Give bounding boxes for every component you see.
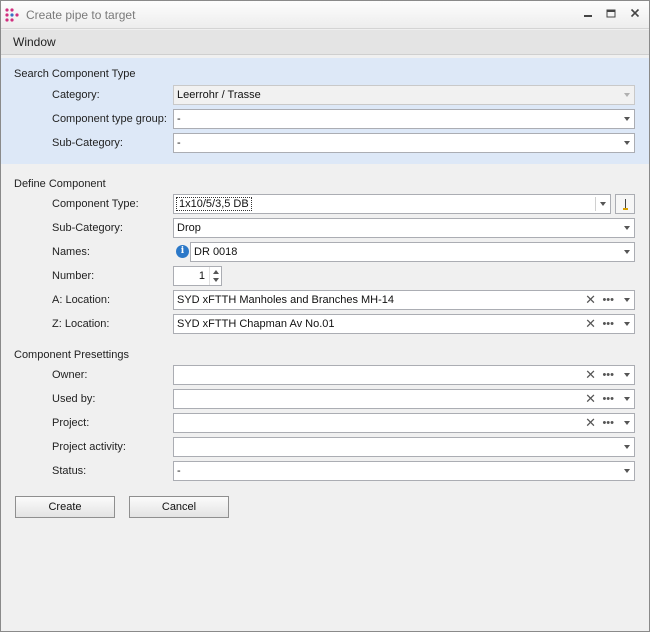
project-activity-label: Project activity:	[52, 441, 126, 453]
component-type-label: Component Type:	[52, 198, 139, 210]
number-label: Number:	[52, 270, 95, 282]
type-group-select[interactable]: -	[173, 109, 635, 129]
number-value: 1	[198, 270, 205, 282]
search-subcategory-label: Sub-Category:	[52, 137, 123, 149]
dropdown-icon	[624, 250, 630, 254]
dropdown-icon	[624, 117, 630, 121]
define-section-title: Define Component	[14, 178, 106, 190]
app-icon	[5, 8, 19, 22]
ellipsis-icon[interactable]: •••	[602, 316, 614, 332]
spin-buttons[interactable]	[209, 267, 221, 285]
define-subcategory-select[interactable]: Drop	[173, 218, 635, 238]
z-location-label: Z: Location:	[52, 318, 110, 330]
cancel-button[interactable]: Cancel	[129, 496, 229, 518]
ellipsis-icon[interactable]: •••	[602, 292, 614, 308]
spin-up-icon[interactable]	[213, 270, 219, 274]
dropdown-icon	[624, 93, 630, 97]
a-location-field[interactable]: SYD xFTTH Manholes and Branches MH-14 ✕ …	[173, 290, 635, 310]
project-field[interactable]: ✕ •••	[173, 413, 635, 433]
names-value: DR 0018	[194, 246, 238, 258]
project-label: Project:	[52, 417, 90, 429]
used-by-label: Used by:	[52, 393, 96, 405]
status-select[interactable]: -	[173, 461, 635, 481]
component-type-value: 1x10/5/3,5 DB	[176, 197, 252, 211]
clear-icon[interactable]: ✕	[585, 415, 596, 431]
owner-field[interactable]: ✕ •••	[173, 365, 635, 385]
dropdown-icon	[624, 445, 630, 449]
ellipsis-icon[interactable]: •••	[602, 367, 614, 383]
divider	[595, 197, 596, 211]
names-label: Names:	[52, 246, 90, 258]
clear-icon[interactable]: ✕	[585, 367, 596, 383]
category-select[interactable]: Leerrohr / Trasse	[173, 85, 635, 105]
maximize-icon[interactable]	[602, 6, 620, 22]
status-label: Status:	[52, 465, 87, 477]
a-location-value: SYD xFTTH Manholes and Branches MH-14	[177, 294, 395, 306]
dropdown-icon	[624, 469, 630, 473]
category-label: Category:	[52, 89, 100, 101]
dialog-window: Create pipe to target Window Search Comp…	[0, 0, 650, 632]
define-subcategory-value: Drop	[177, 222, 201, 234]
minimize-icon[interactable]	[579, 6, 597, 22]
presettings-section-title: Component Presettings	[14, 349, 129, 361]
search-section-title: Search Component Type	[14, 68, 136, 80]
z-location-value: SYD xFTTH Chapman Av No.01	[177, 318, 335, 330]
window-title: Create pipe to target	[26, 8, 136, 22]
create-button[interactable]: Create	[15, 496, 115, 518]
menu-bar: Window	[1, 30, 649, 55]
status-value: -	[177, 465, 181, 477]
dropdown-icon[interactable]	[624, 373, 630, 377]
spin-down-icon[interactable]	[213, 278, 219, 282]
clear-icon[interactable]: ✕	[585, 316, 596, 332]
dropdown-icon	[624, 141, 630, 145]
category-value: Leerrohr / Trasse	[177, 89, 261, 101]
dropdown-icon	[600, 202, 606, 206]
project-activity-select[interactable]	[173, 437, 635, 457]
used-by-field[interactable]: ✕ •••	[173, 389, 635, 409]
ellipsis-icon[interactable]: •••	[602, 415, 614, 431]
type-group-value: -	[177, 113, 181, 125]
pin-icon-head	[623, 208, 628, 210]
dropdown-icon[interactable]	[624, 421, 630, 425]
clear-icon[interactable]: ✕	[585, 292, 596, 308]
type-group-label: Component type group:	[52, 113, 167, 125]
define-subcategory-label: Sub-Category:	[52, 222, 123, 234]
info-icon[interactable]: i	[176, 245, 189, 258]
names-select[interactable]: DR 0018	[190, 242, 635, 262]
component-type-select[interactable]: 1x10/5/3,5 DB	[173, 194, 611, 214]
owner-label: Owner:	[52, 369, 88, 381]
menu-window[interactable]: Window	[13, 35, 56, 49]
close-icon[interactable]	[626, 6, 644, 22]
a-location-label: A: Location:	[52, 294, 111, 306]
clear-icon[interactable]: ✕	[585, 391, 596, 407]
dropdown-icon[interactable]	[624, 397, 630, 401]
dropdown-icon[interactable]	[624, 298, 630, 302]
number-stepper[interactable]: 1	[173, 266, 222, 286]
search-subcategory-value: -	[177, 137, 181, 149]
pin-button[interactable]	[615, 194, 635, 214]
search-subcategory-select[interactable]: -	[173, 133, 635, 153]
dropdown-icon	[624, 226, 630, 230]
z-location-field[interactable]: SYD xFTTH Chapman Av No.01 ✕ •••	[173, 314, 635, 334]
title-bar: Create pipe to target	[1, 1, 649, 29]
dropdown-icon[interactable]	[624, 322, 630, 326]
ellipsis-icon[interactable]: •••	[602, 391, 614, 407]
